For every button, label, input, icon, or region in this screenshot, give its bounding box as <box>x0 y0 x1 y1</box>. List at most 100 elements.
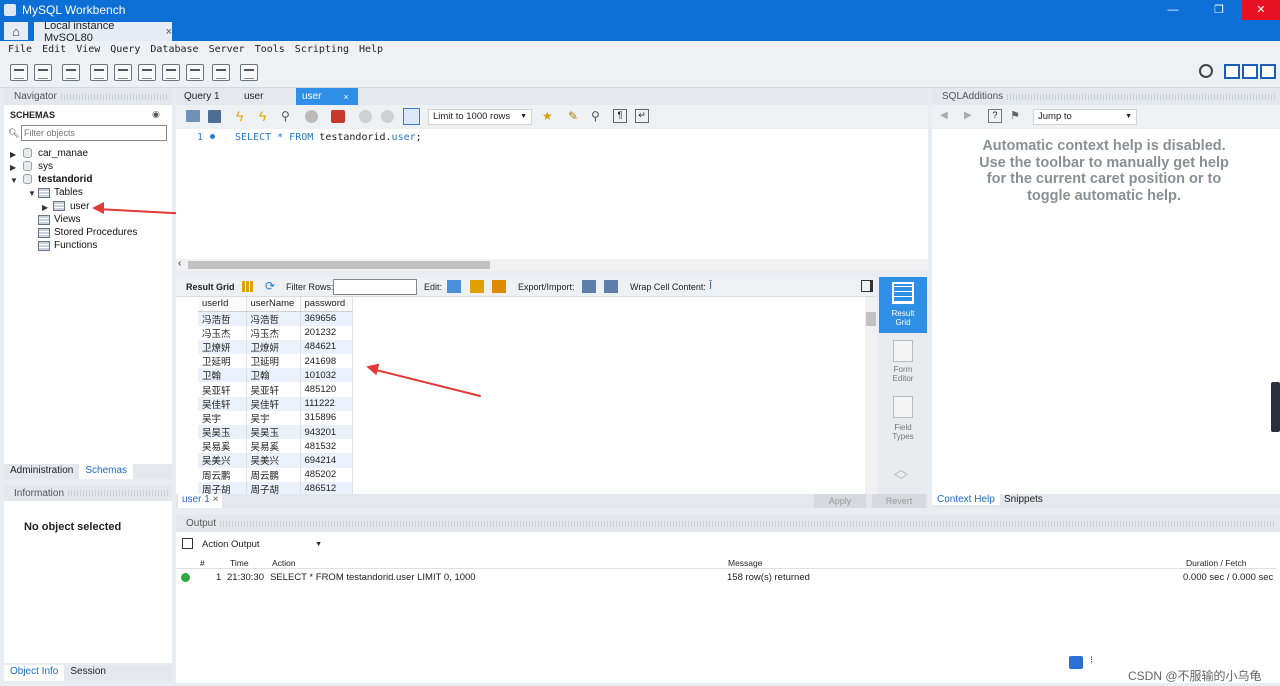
table-row[interactable]: 周云鹏 周云鹏 485202 <box>198 467 353 482</box>
commit-icon[interactable] <box>359 110 372 123</box>
tab-query-1[interactable]: Query 1 <box>178 88 236 105</box>
menu-edit[interactable]: Edit <box>42 44 66 55</box>
close-tab-icon[interactable]: × <box>343 92 348 102</box>
copy-icon[interactable] <box>182 538 193 549</box>
beautify-icon[interactable]: ✎ <box>568 109 578 123</box>
rollback-icon[interactable] <box>381 110 394 123</box>
scroll-left-icon[interactable]: ‹ <box>178 258 181 269</box>
scroll-more-icon[interactable]: ︿ ﹀ <box>894 462 908 488</box>
table-row[interactable]: 卫延明 卫延明 241698 <box>198 354 353 369</box>
new-sql-tab-icon[interactable] <box>10 64 28 81</box>
menu-query[interactable]: Query <box>110 44 140 55</box>
cell[interactable]: 694214 <box>300 453 353 468</box>
scrollbar-thumb[interactable] <box>188 261 490 269</box>
output-options-icon[interactable] <box>1069 656 1083 669</box>
output-row[interactable]: 1 21:30:30 SELECT * FROM testandorid.use… <box>176 571 1276 585</box>
schema-car-manae[interactable]: car_manae <box>38 148 88 159</box>
cell[interactable]: 111222 <box>300 396 353 411</box>
column-header-userid[interactable]: userId <box>198 297 247 312</box>
cell[interactable]: 周子胡 <box>246 481 301 494</box>
cell[interactable]: 201232 <box>300 325 353 340</box>
toggle-panel-icon[interactable] <box>861 280 873 292</box>
grid-vertical-scrollbar[interactable] <box>865 297 877 494</box>
table-row[interactable]: 卫翰 卫翰 101032 <box>198 368 353 383</box>
tab-context-help[interactable]: Context Help <box>932 494 1000 505</box>
expand-sys-icon[interactable]: ▶ <box>10 163 16 172</box>
delete-row-icon[interactable] <box>492 280 506 293</box>
jump-to-select[interactable]: Jump to ▼ <box>1033 109 1137 125</box>
cell[interactable]: 卫燎妍 <box>246 339 301 355</box>
create-view-icon[interactable] <box>138 64 156 81</box>
create-table-icon[interactable] <box>114 64 132 81</box>
cell[interactable]: 943201 <box>300 425 353 440</box>
menu-server[interactable]: Server <box>209 44 245 55</box>
manual-help-icon[interactable]: ? <box>988 109 1002 123</box>
cell[interactable]: 484621 <box>300 339 353 355</box>
toggle-continue-icon[interactable] <box>331 110 345 123</box>
cell[interactable]: 486512 <box>300 481 353 494</box>
menu-file[interactable]: File <box>8 44 32 55</box>
table-row[interactable]: 吴美兴 吴美兴 694214 <box>198 453 353 468</box>
inspector-icon[interactable] <box>62 64 80 81</box>
cell[interactable]: 241698 <box>300 354 353 369</box>
cell[interactable]: 卫延明 <box>198 354 247 369</box>
cell[interactable]: 吴昊玉 <box>246 425 301 440</box>
forward-icon[interactable]: ▶ <box>964 110 972 121</box>
add-row-icon[interactable] <box>470 280 484 293</box>
scrollbar-thumb[interactable] <box>866 312 876 326</box>
collapse-tables-icon[interactable]: ▼ <box>28 189 36 198</box>
limit-rows-select[interactable]: Limit to 1000 rows ▼ <box>428 109 532 125</box>
filter-objects-input[interactable] <box>21 125 167 141</box>
edit-row-icon[interactable] <box>447 280 461 293</box>
table-row[interactable]: 吴易奚 吴易奚 481532 <box>198 439 353 454</box>
tab-session[interactable]: Session <box>64 665 112 681</box>
cell[interactable]: 卫延明 <box>246 354 301 369</box>
table-row[interactable]: 冯玉杰 冯玉杰 201232 <box>198 325 353 340</box>
tab-schemas[interactable]: Schemas <box>79 464 134 479</box>
cell[interactable]: 吴宇 <box>246 410 301 425</box>
cell[interactable]: 冯浩哲 <box>246 311 301 326</box>
menu-tools[interactable]: Tools <box>255 44 285 55</box>
tab-snippets[interactable]: Snippets <box>1000 494 1047 505</box>
tab-object-info[interactable]: Object Info <box>4 665 65 681</box>
cell[interactable]: 冯玉杰 <box>198 325 247 340</box>
cell[interactable]: 卫翰 <box>246 368 301 383</box>
column-header-password[interactable]: password <box>300 297 353 312</box>
connection-tab[interactable]: Local instance MySQL80 × <box>34 20 172 44</box>
cell[interactable]: 吴亚轩 <box>198 382 247 397</box>
tab-result-user-1[interactable]: user 1 × <box>178 494 223 508</box>
column-header-username[interactable]: userName <box>246 297 301 312</box>
cell[interactable]: 369656 <box>300 311 353 326</box>
form-editor-button[interactable]: Form Editor <box>879 337 927 387</box>
cell[interactable]: 卫翰 <box>198 368 247 383</box>
gear-icon[interactable] <box>1199 64 1213 78</box>
views-node[interactable]: Views <box>54 214 81 225</box>
close-window-button[interactable]: ✕ <box>1242 0 1280 20</box>
grid-view-icon[interactable] <box>242 281 254 292</box>
cell[interactable]: 315896 <box>300 410 353 425</box>
auto-help-icon[interactable]: ⚑ <box>1010 109 1020 122</box>
wrap-lines-icon[interactable]: ↵ <box>635 109 649 123</box>
cell[interactable]: 卫燎妍 <box>198 339 247 355</box>
find-icon[interactable]: ⚲ <box>591 109 600 123</box>
apply-button[interactable]: Apply <box>814 494 866 508</box>
schema-testandorid[interactable]: testandorid <box>38 174 92 185</box>
schema-sys[interactable]: sys <box>38 161 53 172</box>
cell[interactable]: 吴亚轩 <box>246 382 301 397</box>
invisible-chars-icon[interactable]: ¶ <box>613 109 627 123</box>
cell[interactable]: 吴美兴 <box>198 453 247 468</box>
refresh-icon[interactable]: ⟳ <box>265 279 275 293</box>
cell[interactable]: 吴佳轩 <box>198 396 247 411</box>
result-grid[interactable]: userId userName password 冯浩哲 冯浩哲 369656 冯玉… <box>176 297 866 494</box>
table-row[interactable]: 冯浩哲 冯浩哲 369656 <box>198 311 353 326</box>
cell[interactable]: 周云鹏 <box>198 467 247 482</box>
collapse-testandorid-icon[interactable]: ▼ <box>10 176 18 185</box>
output-options-dropdown-icon[interactable]: ⁝ <box>1090 655 1093 666</box>
add-snippet-icon[interactable]: ★ <box>542 109 553 123</box>
import-icon[interactable] <box>604 280 618 293</box>
minimize-button[interactable]: — <box>1150 0 1196 20</box>
close-tab-icon[interactable]: × <box>213 494 219 505</box>
open-sql-script-icon[interactable] <box>34 64 52 81</box>
sql-editor[interactable] <box>176 129 928 259</box>
tab-administration[interactable]: Administration <box>4 464 80 479</box>
